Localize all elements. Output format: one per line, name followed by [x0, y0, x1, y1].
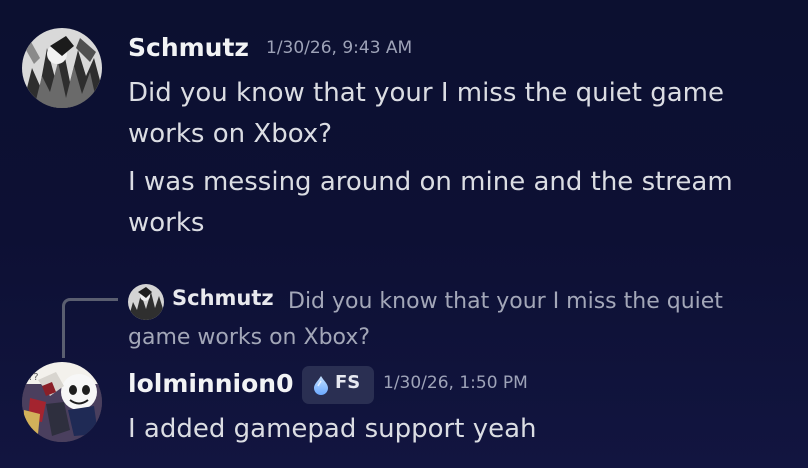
reply-connector — [62, 298, 118, 358]
water-drop-icon — [314, 376, 328, 395]
avatar-lolminnion0-image: ?? — [22, 362, 102, 442]
avatar-schmutz-image — [22, 28, 102, 108]
message-timestamp: 1/30/26, 9:43 AM — [266, 38, 413, 58]
message-timestamp: 1/30/26, 1:50 PM — [383, 373, 528, 393]
message-text: I was messing around on mine and the str… — [128, 167, 733, 238]
status-badge[interactable]: FS — [302, 366, 374, 404]
message-author[interactable]: Schmutz — [128, 33, 249, 62]
avatar[interactable]: ?? — [22, 362, 102, 442]
message-author[interactable]: lolminnion0 — [128, 369, 293, 398]
message-text: I added gamepad support yeah — [128, 414, 537, 444]
message-text: Did you know that your I miss the quiet … — [128, 78, 725, 149]
reply-text[interactable]: Did you know that your I miss the quiet … — [128, 284, 768, 356]
svg-text:??: ?? — [28, 372, 39, 383]
avatar[interactable] — [22, 28, 102, 108]
badge-label: FS — [335, 372, 361, 393]
